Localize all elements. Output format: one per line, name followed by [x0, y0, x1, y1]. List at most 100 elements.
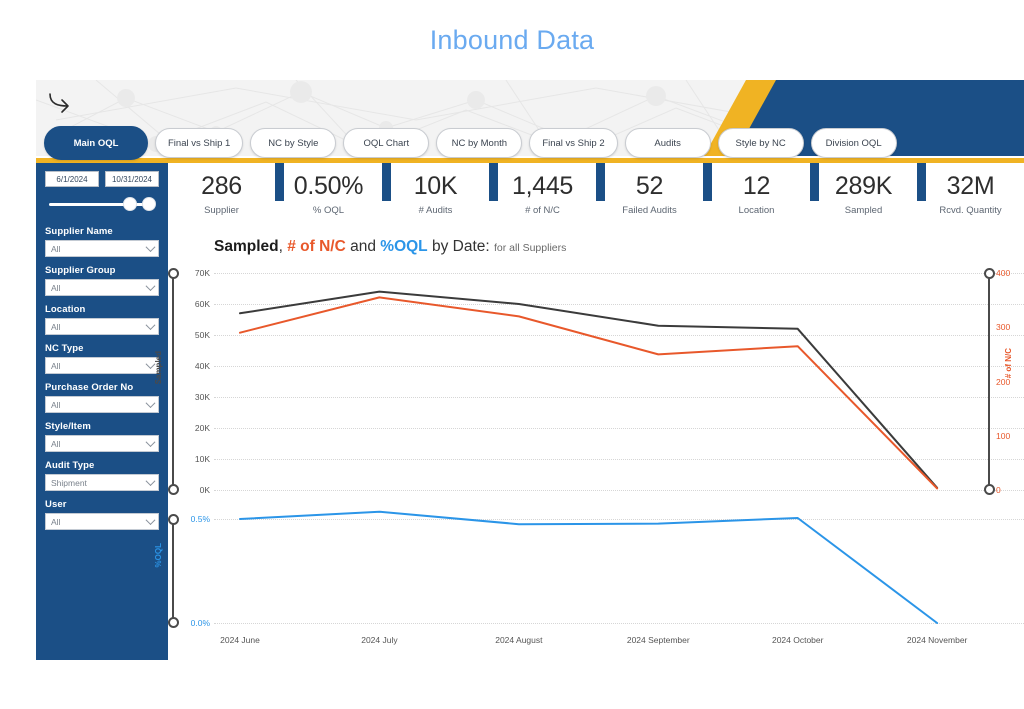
- kpi-label: Supplier: [204, 205, 239, 216]
- location-dropdown[interactable]: All: [45, 318, 159, 335]
- filter-user: User All: [36, 499, 168, 530]
- filter-value: All: [51, 517, 60, 527]
- chevron-down-icon: [146, 398, 156, 408]
- kpi-percent-oql[interactable]: 0.50% % OQL: [275, 163, 382, 227]
- kpi-value: 12: [743, 174, 770, 199]
- supplier-name-dropdown[interactable]: All: [45, 240, 159, 257]
- filter-label: Location: [45, 304, 159, 315]
- kpi-label: Failed Audits: [622, 205, 676, 216]
- kpi-sampled[interactable]: 289K Sampled: [810, 163, 917, 227]
- chart-title-sep2: and: [346, 238, 380, 255]
- kpi-label: # Audits: [419, 205, 453, 216]
- filter-value: All: [51, 283, 60, 293]
- tab-main-oql[interactable]: Main OQL: [44, 126, 148, 160]
- filter-value: All: [51, 244, 60, 254]
- start-date-field[interactable]: 6/1/2024: [45, 171, 99, 187]
- chart-title-oql: %OQL: [380, 238, 427, 255]
- tab-final-vs-ship-2[interactable]: Final vs Ship 2: [529, 128, 617, 158]
- kpi-audits[interactable]: 10K # Audits: [382, 163, 489, 227]
- kpi-value: 1,445: [512, 174, 573, 199]
- filter-label: User: [45, 499, 159, 510]
- tab-nc-by-style[interactable]: NC by Style: [250, 128, 336, 158]
- chart-title-sep3: by Date:: [428, 238, 494, 255]
- tab-bar: Main OQL Final vs Ship 1 NC by Style OQL…: [36, 124, 1024, 162]
- filter-label: Audit Type: [45, 460, 159, 471]
- style-item-dropdown[interactable]: All: [45, 435, 159, 452]
- tab-final-vs-ship-1[interactable]: Final vs Ship 1: [155, 128, 243, 158]
- filter-value: Shipment: [51, 478, 87, 488]
- kpi-value: 0.50%: [294, 174, 363, 199]
- kpi-failed-audits[interactable]: 52 Failed Audits: [596, 163, 703, 227]
- filter-purchase-order-no: Purchase Order No All: [36, 382, 168, 413]
- filter-value: All: [51, 361, 60, 371]
- series-line-oql[interactable]: [240, 512, 937, 623]
- kpi-value: 286: [201, 174, 242, 199]
- chevron-down-icon: [146, 476, 156, 486]
- end-date-field[interactable]: 10/31/2024: [105, 171, 159, 187]
- chevron-down-icon: [146, 320, 156, 330]
- kpi-number-of-nc[interactable]: 1,445 # of N/C: [489, 163, 596, 227]
- chart-title-sampled: Sampled: [214, 238, 279, 255]
- user-dropdown[interactable]: All: [45, 513, 159, 530]
- purchase-order-no-dropdown[interactable]: All: [45, 396, 159, 413]
- kpi-label: Sampled: [845, 205, 883, 216]
- filter-nc-type: NC Type All: [36, 343, 168, 374]
- slider-handle-end[interactable]: [142, 197, 156, 211]
- date-slicer[interactable]: 6/1/2024 10/31/2024: [36, 163, 168, 218]
- audit-type-dropdown[interactable]: Shipment: [45, 474, 159, 491]
- filter-value: All: [51, 439, 60, 449]
- kpi-supplier[interactable]: 286 Supplier: [168, 163, 275, 227]
- page-title: Inbound Data: [0, 0, 1024, 80]
- report-body: 6/1/2024 10/31/2024 Supplier Name All Su…: [36, 163, 1024, 680]
- chart-subtitle: for all Suppliers: [494, 242, 566, 254]
- chart-title-nc: # of N/C: [287, 238, 346, 255]
- filter-label: Supplier Group: [45, 265, 159, 276]
- filter-supplier-name: Supplier Name All: [36, 226, 168, 257]
- filter-label: Supplier Name: [45, 226, 159, 237]
- report-canvas: 1922 Main OQL Final vs Ship 1 NC by Styl…: [36, 80, 1024, 680]
- kpi-label: % OQL: [313, 205, 344, 216]
- tab-style-by-nc[interactable]: Style by NC: [718, 128, 804, 158]
- kpi-value: 52: [636, 174, 663, 199]
- filter-value: All: [51, 322, 60, 332]
- back-arrow-icon[interactable]: [44, 86, 74, 116]
- series-line-nc[interactable]: [240, 297, 937, 488]
- series-line-sampled[interactable]: [240, 292, 937, 488]
- filter-style-item: Style/Item All: [36, 421, 168, 452]
- kpi-value: 289K: [835, 174, 892, 199]
- supplier-group-dropdown[interactable]: All: [45, 279, 159, 296]
- filter-label: Purchase Order No: [45, 382, 159, 393]
- chart-title-sep1: ,: [279, 238, 288, 255]
- chevron-down-icon: [146, 515, 156, 525]
- kpi-label: Rcvd. Quantity: [939, 205, 1001, 216]
- chevron-down-icon: [146, 281, 156, 291]
- axis-title-oql: %OQL: [154, 543, 163, 567]
- chevron-down-icon: [146, 242, 156, 252]
- nc-type-dropdown[interactable]: All: [45, 357, 159, 374]
- filter-audit-type: Audit Type Shipment: [36, 460, 168, 491]
- kpi-rcvd-quantity[interactable]: 32M Rcvd. Quantity: [917, 163, 1024, 227]
- kpi-value: 10K: [414, 174, 458, 199]
- slider-handle-start[interactable]: [123, 197, 137, 211]
- tab-nc-by-month[interactable]: NC by Month: [436, 128, 522, 158]
- chart-title: Sampled, # of N/C and %OQL by Date: for …: [214, 238, 566, 256]
- tab-division-oql[interactable]: Division OQL: [811, 128, 897, 158]
- date-range-row: 6/1/2024 10/31/2024: [45, 171, 159, 187]
- slider-track: [49, 203, 155, 206]
- filter-rail: 6/1/2024 10/31/2024 Supplier Name All Su…: [36, 163, 168, 660]
- date-range-slider[interactable]: [45, 194, 159, 216]
- kpi-location[interactable]: 12 Location: [703, 163, 810, 227]
- kpi-strip: 286 Supplier 0.50% % OQL 10K # Audits 1,…: [168, 163, 1024, 227]
- filter-supplier-group: Supplier Group All: [36, 265, 168, 296]
- kpi-label: # of N/C: [525, 205, 560, 216]
- chart-panel: Sampled, # of N/C and %OQL by Date: for …: [168, 227, 1024, 660]
- tab-oql-chart[interactable]: OQL Chart: [343, 128, 429, 158]
- chevron-down-icon: [146, 437, 156, 447]
- tab-audits[interactable]: Audits: [625, 128, 711, 158]
- chart-plot-area: 0K10K20K30K40K50K60K70K01002003004000.0%…: [168, 261, 1024, 660]
- filter-value: All: [51, 400, 60, 410]
- filter-location: Location All: [36, 304, 168, 335]
- series-lines: [168, 261, 1024, 660]
- filter-label: Style/Item: [45, 421, 159, 432]
- kpi-label: Location: [739, 205, 775, 216]
